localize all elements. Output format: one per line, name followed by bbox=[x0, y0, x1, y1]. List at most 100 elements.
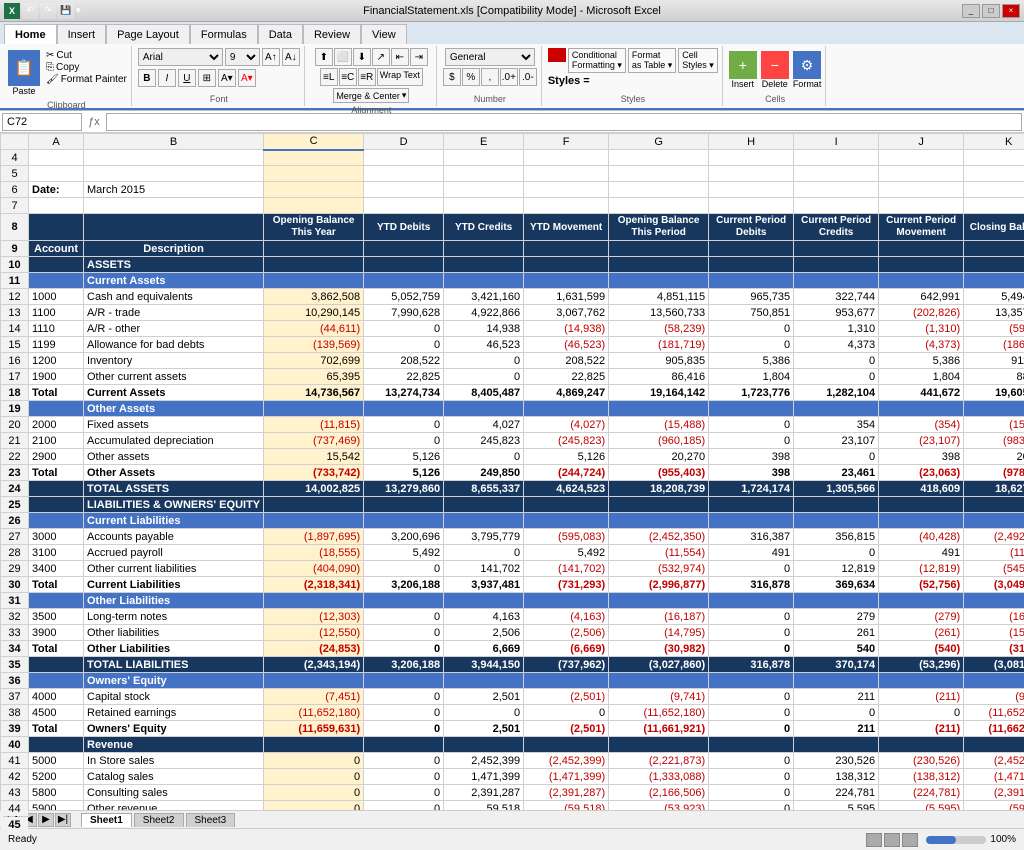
corner-header bbox=[1, 134, 29, 150]
zoom-slider[interactable] bbox=[926, 836, 986, 844]
format-cells-btn[interactable]: ⚙ Format bbox=[793, 51, 822, 89]
date-value[interactable]: March 2015 bbox=[84, 182, 264, 198]
row-24: 24 TOTAL ASSETS 14,002,825 13,279,860 8,… bbox=[1, 481, 1024, 497]
row-6: 6 Date: March 2015 bbox=[1, 182, 1024, 198]
tab-home[interactable]: Home bbox=[4, 24, 57, 44]
zoom-controls: 100% bbox=[926, 834, 1016, 845]
decrease-decimal-btn[interactable]: .0- bbox=[519, 68, 537, 86]
tab-formulas[interactable]: Formulas bbox=[190, 24, 258, 44]
sheet-nav-last[interactable]: ▶| bbox=[55, 813, 71, 827]
tab-view[interactable]: View bbox=[361, 24, 407, 44]
col-hdr-closing: Closing Balance bbox=[964, 214, 1024, 241]
maximize-btn[interactable]: □ bbox=[982, 4, 1000, 18]
row-22: 22 2900 Other assets 15,542 5,126 0 5,12… bbox=[1, 449, 1024, 465]
sheet-tab-2[interactable]: Sheet2 bbox=[134, 813, 184, 827]
increase-font-btn[interactable]: A↑ bbox=[262, 48, 280, 66]
redo-btn[interactable]: ↷ bbox=[40, 3, 56, 19]
assets-header: ASSETS bbox=[84, 257, 264, 273]
bold-btn[interactable]: B bbox=[138, 69, 156, 87]
align-left-btn[interactable]: ≡L bbox=[320, 68, 338, 86]
col-header-I[interactable]: I bbox=[794, 134, 879, 150]
align-top-btn[interactable]: ⬆ bbox=[315, 48, 333, 66]
undo-btn[interactable]: ↶ bbox=[22, 3, 38, 19]
col-header-E[interactable]: E bbox=[444, 134, 524, 150]
col-header-D[interactable]: D bbox=[364, 134, 444, 150]
font-size-select[interactable]: 9 bbox=[225, 48, 260, 66]
styles-eq-label: Styles = bbox=[548, 75, 590, 87]
font-color-btn[interactable]: A▾ bbox=[238, 69, 256, 87]
row-28: 28 3100 Accrued payroll (18,555) 5,492 0… bbox=[1, 545, 1024, 561]
tab-review[interactable]: Review bbox=[303, 24, 361, 44]
save-btn[interactable]: 💾 bbox=[58, 3, 74, 19]
indent-inc-btn[interactable]: ⇥ bbox=[410, 48, 428, 66]
sheet-nav-next[interactable]: ▶ bbox=[38, 813, 54, 827]
formula-input[interactable] bbox=[106, 113, 1022, 131]
row-38: 38 4500 Retained earnings (11,652,180) 0… bbox=[1, 705, 1024, 721]
acct-1000[interactable]: 1000 bbox=[29, 289, 84, 305]
sheet-tab-3[interactable]: Sheet3 bbox=[186, 813, 236, 827]
comma-btn[interactable]: , bbox=[481, 68, 499, 86]
percent-btn[interactable]: % bbox=[462, 68, 480, 86]
align-center-btn[interactable]: ≡C bbox=[339, 68, 357, 86]
indent-dec-btn[interactable]: ⇤ bbox=[391, 48, 409, 66]
col-header-A[interactable]: A bbox=[29, 134, 84, 150]
row-10: 10 ASSETS bbox=[1, 257, 1024, 273]
date-label[interactable]: Date: bbox=[29, 182, 84, 198]
row-20: 20 2000 Fixed assets (11,815) 0 4,027 (4… bbox=[1, 417, 1024, 433]
align-middle-btn[interactable]: ⬜ bbox=[334, 48, 352, 66]
delete-cells-btn[interactable]: − Delete bbox=[761, 51, 789, 89]
col-header-K[interactable]: K bbox=[964, 134, 1024, 150]
underline-btn[interactable]: U bbox=[178, 69, 196, 87]
row-31: 31 Other Liabilities bbox=[1, 593, 1024, 609]
tab-insert[interactable]: Insert bbox=[57, 24, 107, 44]
title-bar: X ↶ ↷ 💾 ▾ FinancialStatement.xls [Compat… bbox=[0, 0, 1024, 22]
copy-btn[interactable]: ⎘ Copy bbox=[46, 62, 127, 73]
fill-color-btn[interactable]: A▾ bbox=[218, 69, 236, 87]
desc-1000[interactable]: Cash and equivalents bbox=[84, 289, 264, 305]
align-bottom-btn[interactable]: ⬇ bbox=[353, 48, 371, 66]
cell-styles-btn[interactable]: CellStyles ▾ bbox=[678, 48, 718, 73]
merge-center-btn[interactable]: Merge & Center▾ bbox=[333, 88, 409, 103]
cell-reference[interactable] bbox=[2, 113, 82, 131]
font-name-select[interactable]: Arial bbox=[138, 48, 223, 66]
cut-btn[interactable]: ✂ Cut bbox=[46, 50, 127, 61]
row-7: 7 bbox=[1, 198, 1024, 214]
tab-data[interactable]: Data bbox=[258, 24, 303, 44]
currency-btn[interactable]: $ bbox=[443, 68, 461, 86]
col-header-B[interactable]: B bbox=[84, 134, 264, 150]
format-painter-btn[interactable]: 🖌 Format Painter bbox=[46, 74, 127, 85]
border-btn[interactable]: ⊞ bbox=[198, 69, 216, 87]
close-btn[interactable]: × bbox=[1002, 4, 1020, 18]
italic-btn[interactable]: I bbox=[158, 69, 176, 87]
cells-group: + Insert − Delete ⚙ Format Cells bbox=[725, 46, 827, 106]
col-header-C[interactable]: C bbox=[264, 134, 364, 150]
col-header-F[interactable]: F bbox=[524, 134, 609, 150]
conditional-formatting-btn[interactable]: ConditionalFormatting ▾ bbox=[568, 48, 626, 73]
align-right-btn[interactable]: ≡R bbox=[358, 68, 376, 86]
paste-btn[interactable]: 📋 Paste bbox=[6, 48, 42, 98]
format-as-table-btn[interactable]: Formatas Table ▾ bbox=[628, 48, 676, 73]
minimize-btn[interactable]: _ bbox=[962, 4, 980, 18]
page-layout-btn[interactable] bbox=[884, 833, 900, 847]
merge-center-label: Merge & Center bbox=[336, 91, 400, 101]
increase-decimal-btn[interactable]: .0+ bbox=[500, 68, 518, 86]
insert-cells-btn[interactable]: + Insert bbox=[729, 51, 757, 89]
col-hdr-ytd-debits: YTD Debits bbox=[364, 214, 444, 241]
col-header-J[interactable]: J bbox=[879, 134, 964, 150]
page-break-btn[interactable] bbox=[902, 833, 918, 847]
normal-view-btn[interactable] bbox=[866, 833, 882, 847]
row-14: 14 1110 A/R - other (44,611) 0 14,938 (1… bbox=[1, 321, 1024, 337]
wrap-text-btn[interactable]: Wrap Text bbox=[377, 68, 423, 86]
decrease-font-btn[interactable]: A↓ bbox=[282, 48, 300, 66]
col-header-H[interactable]: H bbox=[709, 134, 794, 150]
sheet-tab-1[interactable]: Sheet1 bbox=[81, 813, 132, 827]
number-format-select[interactable]: General bbox=[445, 48, 535, 66]
col-header-G[interactable]: G bbox=[609, 134, 709, 150]
spreadsheet-area[interactable]: A B C D E F G H I J K 4 bbox=[0, 133, 1024, 829]
font-group: Arial 9 A↑ A↓ B I U ⊞ A▾ A▾ Font bbox=[134, 46, 305, 106]
row-26: 26 Current Liabilities bbox=[1, 513, 1024, 529]
account-hdr: Account bbox=[29, 241, 84, 257]
clipboard-label: Clipboard bbox=[47, 98, 86, 110]
text-rotate-btn[interactable]: ↗ bbox=[372, 48, 390, 66]
tab-pagelayout[interactable]: Page Layout bbox=[106, 24, 190, 44]
